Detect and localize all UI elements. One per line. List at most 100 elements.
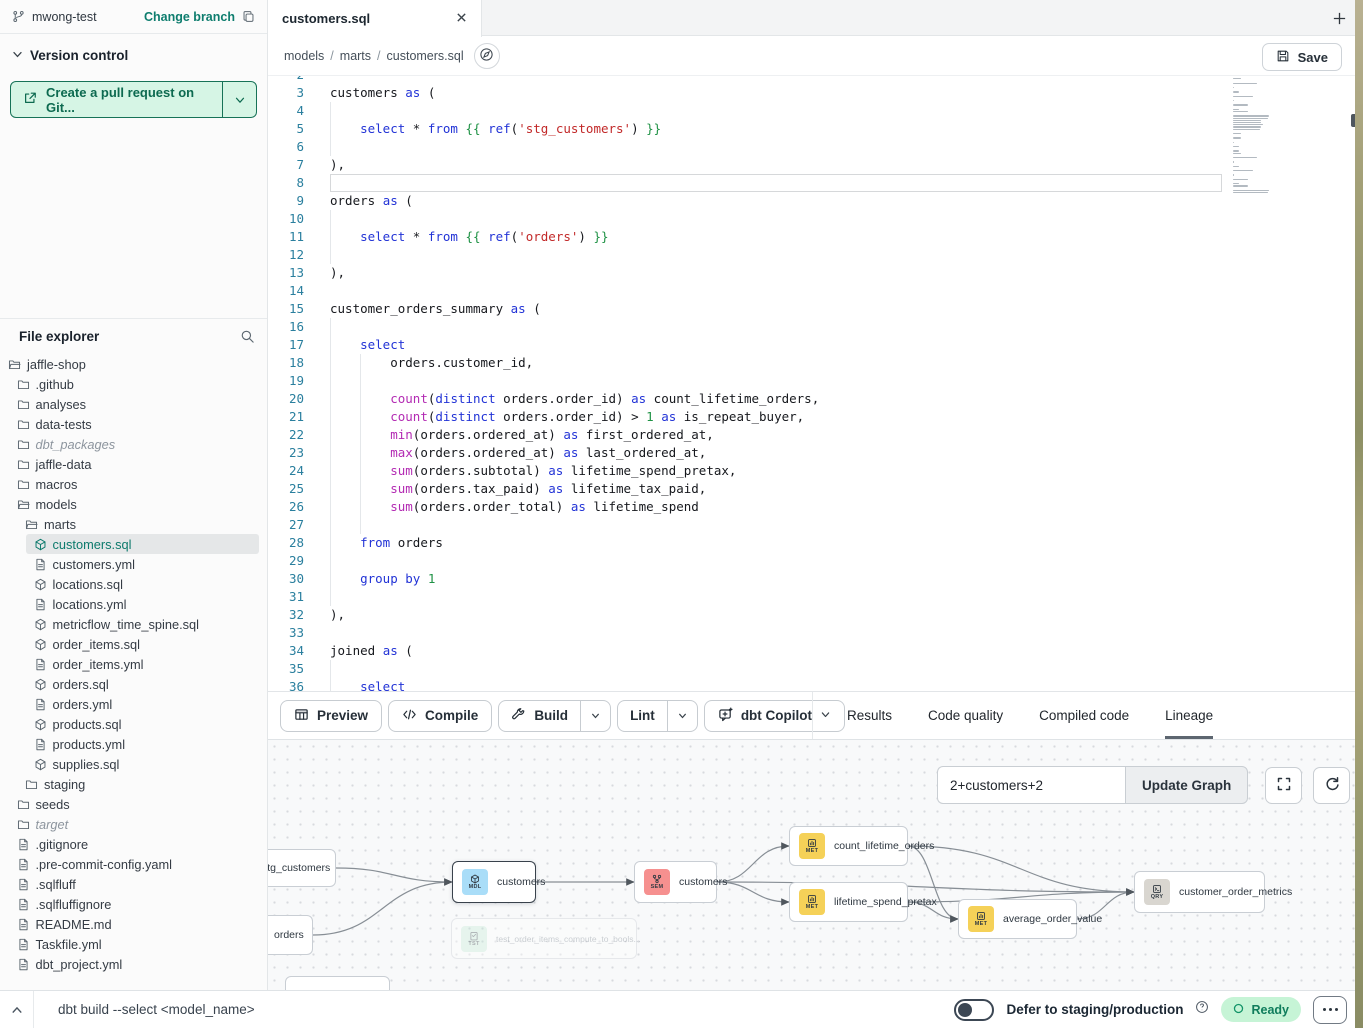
lineage-panel[interactable]: stg_customersorders MDLcustomers TSTtest_o… (268, 740, 1363, 990)
code-line-32[interactable]: 32), (268, 606, 1363, 624)
file-item-readme-md[interactable]: README.md (0, 914, 267, 934)
copilot-explain-button[interactable] (474, 43, 500, 69)
code-line-28[interactable]: 28 from orders (268, 534, 1363, 552)
code-line-27[interactable]: 27 (268, 516, 1363, 534)
code-line-34[interactable]: 34joined as ( (268, 642, 1363, 660)
file-item-locations-sql[interactable]: locations.sql (0, 574, 267, 594)
file-item--gitignore[interactable]: .gitignore (0, 834, 267, 854)
file-item--pre-commit-config-yaml[interactable]: .pre-commit-config.yaml (0, 854, 267, 874)
file-item-orders-sql[interactable]: orders.sql (0, 674, 267, 694)
code-line-19[interactable]: 19 (268, 372, 1363, 390)
lineage-node-stg_customers[interactable]: stg_customers (268, 849, 336, 887)
search-icon[interactable] (240, 329, 255, 344)
code-line-14[interactable]: 14 (268, 282, 1363, 300)
build-dropdown-button[interactable] (580, 701, 610, 731)
lint-button[interactable]: Lint (618, 701, 667, 731)
new-tab-button[interactable] (1329, 8, 1349, 28)
lineage-node-orders[interactable]: orders (268, 915, 313, 955)
code-line-25[interactable]: 25 sum(orders.tax_paid) as lifetime_tax_… (268, 480, 1363, 498)
code-line-4[interactable]: 4 (268, 102, 1363, 120)
lineage-node-customers_model[interactable]: MDLcustomers (452, 861, 536, 903)
file-item-order-items-sql[interactable]: order_items.sql (0, 634, 267, 654)
code-line-8[interactable]: 8 (268, 174, 1363, 192)
update-graph-button[interactable]: Update Graph (1125, 766, 1248, 804)
file-item--github[interactable]: .github (0, 374, 267, 394)
code-line-10[interactable]: 10 (268, 210, 1363, 228)
file-item-customers-sql[interactable]: customers.sql (26, 534, 259, 554)
code-line-33[interactable]: 33 (268, 624, 1363, 642)
code-line-5[interactable]: 5 select * from {{ ref('stg_customers') … (268, 120, 1363, 138)
code-line-21[interactable]: 21 count(distinct orders.order_id) > 1 a… (268, 408, 1363, 426)
lineage-node-test_order_items[interactable]: TSTtest_order_items_compute_to_bools... (451, 918, 637, 959)
code-line-9[interactable]: 9orders as ( (268, 192, 1363, 210)
create-pr-button[interactable]: Create a pull request on Git... (10, 81, 257, 118)
file-item-analyses[interactable]: analyses (0, 394, 267, 414)
code-line-13[interactable]: 13), (268, 264, 1363, 282)
file-item-marts[interactable]: marts (0, 514, 267, 534)
file-item-dbt-project-yml[interactable]: dbt_project.yml (0, 954, 267, 974)
tab-compiled-code[interactable]: Compiled code (1039, 692, 1129, 739)
file-item--sqlfluff[interactable]: .sqlfluff (0, 874, 267, 894)
code-line-35[interactable]: 35 (268, 660, 1363, 678)
lineage-selector-input[interactable] (937, 766, 1125, 804)
change-branch-link[interactable]: Change branch (144, 10, 235, 24)
create-pr-dropdown-button[interactable] (222, 82, 256, 117)
tab-results[interactable]: Results (847, 692, 892, 739)
file-item-order-items-yml[interactable]: order_items.yml (0, 654, 267, 674)
code-line-29[interactable]: 29 (268, 552, 1363, 570)
lineage-node-lifetime_spend_pretax[interactable]: METlifetime_spend_pretax (789, 882, 908, 922)
file-item-taskfile-yml[interactable]: Taskfile.yml (0, 934, 267, 954)
file-item-customers-yml[interactable]: customers.yml (0, 554, 267, 574)
lineage-node-customer_order_metrics[interactable]: QRYcustomer_order_metrics (1134, 871, 1265, 913)
code-line-15[interactable]: 15customer_orders_summary as ( (268, 300, 1363, 318)
code-line-6[interactable]: 6 (268, 138, 1363, 156)
code-line-30[interactable]: 30 group by 1 (268, 570, 1363, 588)
file-item-dbt-packages[interactable]: dbt_packages (0, 434, 267, 454)
code-line-36[interactable]: 36 select (268, 678, 1363, 691)
lineage-node-partial_node[interactable] (285, 976, 390, 990)
build-button[interactable]: Build (499, 701, 580, 731)
tab-customers-sql[interactable]: customers.sql (268, 0, 482, 37)
defer-toggle[interactable] (954, 999, 994, 1021)
file-item-supplies-sql[interactable]: supplies.sql (0, 754, 267, 774)
tab-lineage[interactable]: Lineage (1165, 692, 1213, 739)
file-item-data-tests[interactable]: data-tests (0, 414, 267, 434)
command-input[interactable]: dbt build --select <model_name> (58, 1002, 954, 1017)
code-line-2[interactable]: 2 (268, 76, 1363, 84)
version-control-header[interactable]: Version control (0, 34, 267, 71)
preview-button[interactable]: Preview (280, 700, 382, 732)
refresh-button[interactable] (1313, 767, 1350, 804)
code-line-31[interactable]: 31 (268, 588, 1363, 606)
file-item-jaffle-shop[interactable]: jaffle-shop (0, 354, 267, 374)
code-line-20[interactable]: 20 count(distinct orders.order_id) as co… (268, 390, 1363, 408)
code-editor[interactable]: 23customers as (45 select * from {{ ref(… (268, 76, 1363, 691)
code-line-18[interactable]: 18 orders.customer_id, (268, 354, 1363, 372)
file-item-macros[interactable]: macros (0, 474, 267, 494)
save-button[interactable]: Save (1262, 43, 1342, 71)
code-line-22[interactable]: 22 min(orders.ordered_at) as first_order… (268, 426, 1363, 444)
file-item-staging[interactable]: staging (0, 774, 267, 794)
file-item-products-yml[interactable]: products.yml (0, 734, 267, 754)
file-explorer-header[interactable]: File explorer (0, 318, 267, 350)
file-item-orders-yml[interactable]: orders.yml (0, 694, 267, 714)
editor-minimap[interactable] (1233, 76, 1311, 194)
close-tab-icon[interactable] (456, 10, 467, 28)
file-item--sqlfluffignore[interactable]: .sqlfluffignore (0, 894, 267, 914)
lineage-node-customers_semantic[interactable]: SEMcustomers (634, 861, 717, 903)
lint-dropdown-button[interactable] (667, 701, 697, 731)
file-item-models[interactable]: models (0, 494, 267, 514)
file-item-products-sql[interactable]: products.sql (0, 714, 267, 734)
expand-command-bar-button[interactable] (0, 991, 34, 1028)
code-line-12[interactable]: 12 (268, 246, 1363, 264)
lineage-node-count_lifetime_orders[interactable]: METcount_lifetime_orders (789, 826, 908, 866)
more-options-button[interactable] (1313, 996, 1347, 1024)
file-item-metricflow-time-spine-sql[interactable]: metricflow_time_spine.sql (0, 614, 267, 634)
file-item-locations-yml[interactable]: locations.yml (0, 594, 267, 614)
tab-code-quality[interactable]: Code quality (928, 692, 1003, 739)
file-item-jaffle-data[interactable]: jaffle-data (0, 454, 267, 474)
help-icon[interactable] (1195, 1000, 1209, 1019)
code-line-16[interactable]: 16 (268, 318, 1363, 336)
copy-icon[interactable] (242, 10, 255, 23)
code-line-26[interactable]: 26 sum(orders.order_total) as lifetime_s… (268, 498, 1363, 516)
code-line-11[interactable]: 11 select * from {{ ref('orders') }} (268, 228, 1363, 246)
